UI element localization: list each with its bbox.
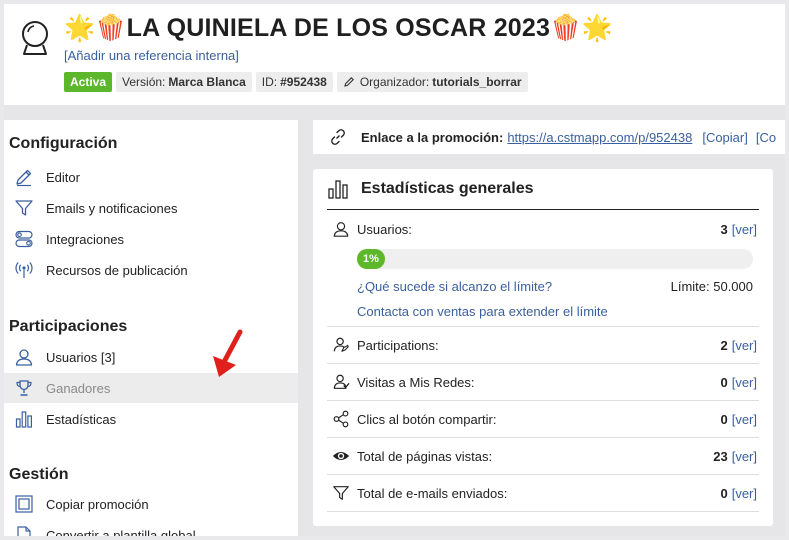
- bar-chart-icon: [12, 407, 36, 431]
- sidebar-item-label: Convertir a plantilla global: [46, 527, 196, 537]
- sidebar-item-users[interactable]: Usuarios [3]: [4, 342, 298, 372]
- stat-value: 0: [720, 374, 728, 390]
- promotion-link-label: Enlace a la promoción:: [361, 129, 504, 145]
- stat-label: Total de páginas vistas:: [357, 448, 493, 464]
- copy-link-button[interactable]: [Copiar]: [702, 130, 748, 145]
- stat-view-link[interactable]: [ver]: [732, 449, 757, 464]
- organizer-badge[interactable]: Organizador: tutorials_borrar: [336, 72, 528, 92]
- section-title-participations: Participaciones: [9, 318, 128, 335]
- sidebar-item-label: Estadísticas: [46, 411, 117, 427]
- sidebar-item-editor[interactable]: Editor: [4, 162, 298, 192]
- stat-view-link[interactable]: [ver]: [732, 412, 757, 427]
- stat-value: 0: [720, 485, 728, 501]
- sidebar-item-label: Copiar promoción: [46, 496, 149, 512]
- link-icon: [329, 128, 347, 146]
- section-title-config: Configuración: [9, 135, 118, 152]
- users-stat-row: Usuarios: 3 [ver]: [327, 219, 759, 239]
- progress-fill: 1%: [357, 249, 385, 269]
- users-stat-value: 3: [720, 221, 728, 237]
- stat-view-link[interactable]: [ver]: [732, 486, 757, 501]
- promotion-url-link[interactable]: https://a.cstmapp.com/p/952438: [507, 130, 692, 145]
- stat-row: Participations: 2 [ver]: [327, 327, 759, 364]
- sidebar-item-integrations[interactable]: Integraciones: [4, 224, 298, 254]
- red-arrow-annotation: [213, 329, 243, 377]
- user-icon: [331, 219, 351, 239]
- stat-row: Total de e-mails enviados: 0 [ver]: [327, 475, 759, 512]
- eye-icon: [331, 446, 351, 466]
- version-badge: Versión: Marca Blanca: [116, 72, 252, 92]
- bar-chart-icon: [328, 180, 348, 199]
- filter-icon: [12, 196, 36, 220]
- document-icon: [12, 523, 36, 536]
- sidebar-item-winners[interactable]: Ganadores: [4, 373, 298, 403]
- promotion-link-bar: Enlace a la promoción: https://a.cstmapp…: [313, 120, 785, 154]
- stat-label: Visitas a Mis Redes:: [357, 374, 475, 390]
- sidebar-item-label: Editor: [46, 169, 80, 185]
- stat-value: 0: [720, 411, 728, 427]
- sidebar-item-template[interactable]: Convertir a plantilla global: [4, 520, 298, 536]
- add-reference-link[interactable]: Añadir una referencia interna: [68, 48, 236, 63]
- sidebar-item-emails[interactable]: Emails y notificaciones: [4, 193, 298, 223]
- sidebar-item-copy[interactable]: Copiar promoción: [4, 489, 298, 519]
- sidebar-item-label: Recursos de publicación: [46, 262, 188, 278]
- send-icon: [331, 483, 351, 503]
- sidebar-item-stats[interactable]: Estadísticas: [4, 404, 298, 434]
- app-frame: 🌟🍿LA QUINIELA DE LOS OSCAR 2023🍿🌟 [Añadi…: [4, 4, 785, 536]
- pencil-icon: [12, 165, 36, 189]
- users-stat-label: Usuarios:: [357, 221, 412, 237]
- share-icon: [331, 409, 351, 429]
- stat-label: Total de e-mails enviados:: [357, 485, 508, 501]
- stat-label: Clics al botón compartir:: [357, 411, 497, 427]
- participation-icon: [331, 335, 351, 355]
- sidebar: Configuración Editor Emails y notificaci…: [4, 120, 298, 536]
- stat-row: Total de páginas vistas: 23 [ver]: [327, 438, 759, 475]
- stat-view-link[interactable]: [ver]: [732, 375, 757, 390]
- sidebar-item-label: Ganadores: [46, 380, 111, 396]
- stat-label: Participations:: [357, 337, 439, 353]
- stat-value: 23: [713, 448, 728, 464]
- stats-title: Estadísticas generales: [361, 180, 534, 197]
- sidebar-item-label: Integraciones: [46, 231, 125, 247]
- users-limit-progress: 1%: [357, 249, 753, 269]
- user-icon: [12, 345, 36, 369]
- section-title-management: Gestión: [9, 466, 69, 483]
- internal-reference: [Añadir una referencia interna]: [64, 48, 239, 63]
- sidebar-item-resources[interactable]: Recursos de publicación: [4, 255, 298, 285]
- crystal-ball-icon: [22, 21, 48, 55]
- promotion-header: 🌟🍿LA QUINIELA DE LOS OSCAR 2023🍿🌟 [Añadi…: [4, 4, 785, 105]
- promotion-badges: Activa Versión: Marca Blanca ID: #952438 O…: [64, 72, 528, 92]
- users-view-link[interactable]: [ver]: [732, 222, 757, 237]
- stat-view-link[interactable]: [ver]: [732, 338, 757, 353]
- stats-header: Estadísticas generales: [327, 169, 759, 210]
- users-limit: Límite: 50.000: [670, 279, 753, 294]
- trophy-icon: [12, 376, 36, 400]
- sidebar-item-label: Emails y notificaciones: [46, 200, 178, 216]
- copy-icon: [12, 492, 36, 516]
- broadcast-icon: [12, 258, 36, 282]
- limit-question-link[interactable]: ¿Qué sucede si alcanzo el límite?: [357, 279, 552, 294]
- stat-value: 2: [720, 337, 728, 353]
- stat-row: Clics al botón compartir: 0 [ver]: [327, 401, 759, 438]
- pencil-icon: [344, 77, 354, 87]
- contact-sales-link[interactable]: Contacta con ventas para extender el lím…: [357, 304, 608, 319]
- sidebar-item-label: Usuarios [3]: [46, 349, 116, 365]
- stat-row: Visitas a Mis Redes: 0 [ver]: [327, 364, 759, 401]
- truncated-link-button[interactable]: [Co: [756, 130, 776, 145]
- user-visits-icon: [331, 372, 351, 392]
- toggle-icon: [12, 227, 36, 251]
- general-stats-card: Estadísticas generales Usuarios: 3 [ver]…: [313, 169, 773, 526]
- page-title: 🌟🍿LA QUINIELA DE LOS OSCAR 2023🍿🌟: [64, 14, 613, 42]
- status-badge: Activa: [64, 72, 113, 92]
- id-badge: ID: #952438: [255, 72, 333, 92]
